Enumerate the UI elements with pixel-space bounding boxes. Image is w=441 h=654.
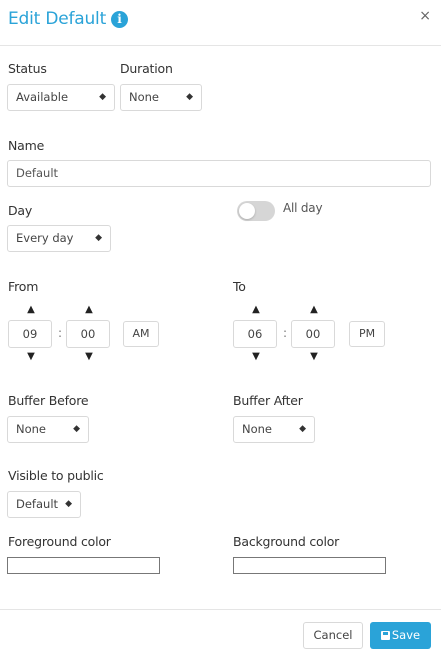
floppy-disk-icon (380, 631, 390, 640)
status-label: Status (8, 61, 47, 76)
from-hour-down-icon[interactable]: ▼ (23, 351, 39, 363)
cancel-button[interactable]: Cancel (303, 622, 363, 649)
duration-label: Duration (120, 61, 173, 76)
time-separator: : (58, 326, 63, 340)
visibility-label: Visible to public (8, 468, 104, 483)
close-icon[interactable]: × (419, 8, 431, 24)
from-hour-input[interactable]: 09 (8, 320, 52, 348)
status-value: Available (16, 90, 69, 104)
time-separator: : (283, 326, 288, 340)
foreground-color-input[interactable] (7, 557, 160, 574)
save-button-label: Save (391, 628, 421, 642)
to-hour-input[interactable]: 06 (233, 320, 277, 348)
to-label: To (233, 279, 246, 294)
visibility-select[interactable]: Default ◆ (7, 491, 81, 518)
day-label: Day (8, 203, 33, 218)
dialog-header: Edit Default i × (0, 0, 441, 46)
from-period-button[interactable]: AM (123, 321, 159, 347)
day-select[interactable]: Every day ◆ (7, 225, 111, 252)
select-arrows-icon: ◆ (186, 92, 193, 102)
save-button[interactable]: Save (370, 622, 431, 649)
status-select[interactable]: Available ◆ (7, 84, 115, 111)
buffer-after-select[interactable]: None ◆ (233, 416, 315, 443)
duration-select[interactable]: None ◆ (120, 84, 202, 111)
duration-value: None (129, 90, 160, 104)
to-minute-input[interactable]: 00 (291, 320, 335, 348)
from-label: From (8, 279, 39, 294)
select-arrows-icon: ◆ (99, 92, 106, 102)
background-color-label: Background color (233, 534, 340, 549)
buffer-before-value: None (16, 422, 47, 436)
buffer-before-label: Buffer Before (8, 393, 89, 408)
info-icon[interactable]: i (111, 11, 128, 28)
dialog-title: Edit Default (8, 9, 107, 29)
from-minute-down-icon[interactable]: ▼ (81, 351, 97, 363)
to-hour-down-icon[interactable]: ▼ (248, 351, 264, 363)
name-label: Name (8, 138, 45, 153)
select-arrows-icon: ◆ (299, 424, 306, 434)
from-hour-up-icon[interactable]: ▲ (23, 304, 39, 316)
from-minute-up-icon[interactable]: ▲ (81, 304, 97, 316)
edit-dialog: Edit Default i × Status Available ◆ Dura… (0, 0, 441, 654)
buffer-before-select[interactable]: None ◆ (7, 416, 89, 443)
background-color-input[interactable] (233, 557, 386, 574)
foreground-color-label: Foreground color (8, 534, 111, 549)
to-minute-down-icon[interactable]: ▼ (306, 351, 322, 363)
select-arrows-icon: ◆ (73, 424, 80, 434)
select-arrows-icon: ◆ (65, 499, 72, 509)
to-hour-up-icon[interactable]: ▲ (248, 304, 264, 316)
to-period-button[interactable]: PM (349, 321, 385, 347)
toggle-knob (239, 203, 255, 219)
from-minute-input[interactable]: 00 (66, 320, 110, 348)
visibility-value: Default (16, 497, 59, 511)
all-day-toggle[interactable] (237, 201, 275, 221)
buffer-after-label: Buffer After (233, 393, 303, 408)
name-input[interactable]: Default (7, 160, 431, 187)
day-value: Every day (16, 231, 74, 245)
all-day-label: All day (283, 201, 323, 215)
buffer-after-value: None (242, 422, 273, 436)
to-minute-up-icon[interactable]: ▲ (306, 304, 322, 316)
select-arrows-icon: ◆ (95, 233, 102, 243)
